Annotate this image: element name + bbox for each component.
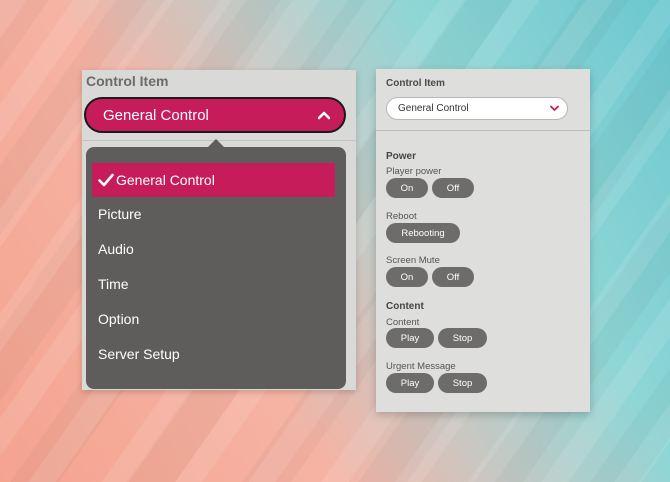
control-item-dropdown-list: General Control Picture Audio Time Optio… xyxy=(86,147,346,389)
chevron-up-icon xyxy=(318,111,330,120)
option-label: General Control xyxy=(116,172,215,188)
dropdown-option-server-setup[interactable]: Server Setup xyxy=(92,337,335,371)
label-reboot: Reboot xyxy=(386,211,417,222)
select-value: General Control xyxy=(398,103,469,114)
control-item-select[interactable]: General Control xyxy=(386,97,568,120)
control-panel: Control Item General Control Power Playe… xyxy=(376,69,590,412)
control-item-select-open[interactable]: General Control xyxy=(84,97,346,133)
content-play-button[interactable]: Play xyxy=(386,328,434,348)
urgent-message-play-button[interactable]: Play xyxy=(386,373,434,393)
control-item-title: Control Item xyxy=(386,78,445,89)
section-title-power: Power xyxy=(386,151,417,162)
option-label: Picture xyxy=(98,206,142,222)
label-screen-mute: Screen Mute xyxy=(386,255,440,266)
player-power-off-button[interactable]: Off xyxy=(432,178,474,198)
control-item-title: Control Item xyxy=(86,73,169,89)
dropdown-option-option[interactable]: Option xyxy=(92,302,335,336)
urgent-message-stop-button[interactable]: Stop xyxy=(438,373,487,393)
chevron-down-icon xyxy=(550,105,559,111)
label-content: Content xyxy=(386,317,420,328)
label-player-power: Player power xyxy=(386,166,442,177)
option-label: Server Setup xyxy=(98,346,180,362)
divider xyxy=(376,130,590,131)
option-label: Time xyxy=(98,276,129,292)
check-icon xyxy=(98,173,114,187)
dropdown-option-picture[interactable]: Picture xyxy=(92,197,335,231)
content-stop-button[interactable]: Stop xyxy=(438,328,487,348)
player-power-on-button[interactable]: On xyxy=(386,178,428,198)
select-value: General Control xyxy=(103,106,209,124)
screen-mute-on-button[interactable]: On xyxy=(386,267,428,287)
option-label: Option xyxy=(98,311,140,327)
option-label: Audio xyxy=(98,241,134,257)
section-title-content: Content xyxy=(386,301,424,312)
dropdown-option-general-control[interactable]: General Control xyxy=(92,163,335,197)
dropdown-option-time[interactable]: Time xyxy=(92,267,335,301)
label-urgent-message: Urgent Message xyxy=(386,361,456,372)
rebooting-button[interactable]: Rebooting xyxy=(386,223,460,243)
screen-mute-off-button[interactable]: Off xyxy=(432,267,474,287)
dropdown-option-audio[interactable]: Audio xyxy=(92,232,335,266)
